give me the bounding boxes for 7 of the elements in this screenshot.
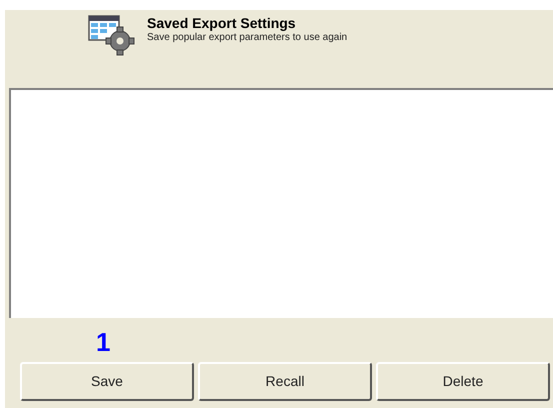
settings-list[interactable] — [9, 88, 553, 318]
header-subtitle: Save popular export parameters to use again — [147, 32, 348, 44]
action-button[interactable]: Delete — [376, 362, 550, 401]
header-title: Saved Export Settings — [147, 15, 297, 32]
action-button[interactable]: Save — [20, 362, 194, 401]
action-button[interactable]: Recall — [198, 362, 372, 401]
annotation-number: 1 — [96, 330, 110, 354]
